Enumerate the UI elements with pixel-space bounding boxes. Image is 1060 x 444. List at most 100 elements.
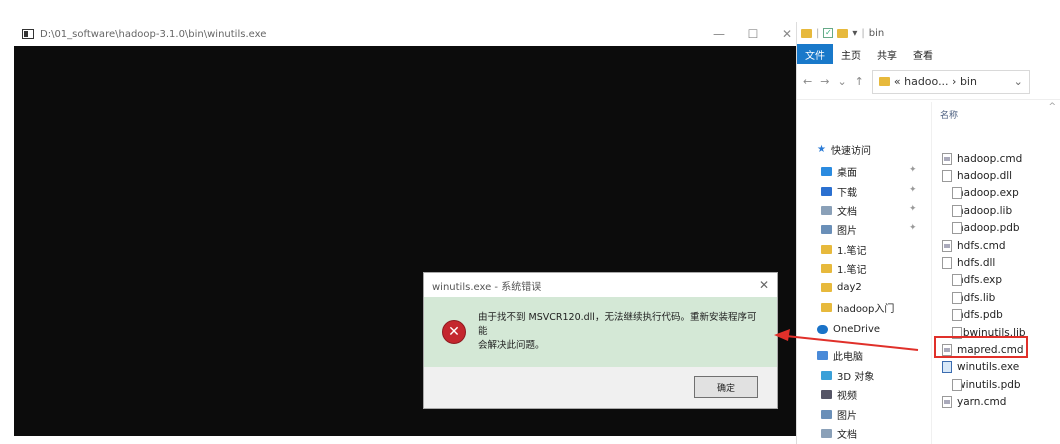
file-file-icon: [952, 309, 962, 322]
this-pc-item-label: 此电脑: [833, 351, 863, 363]
nav-item[interactable]: 1.笔记: [821, 240, 867, 258]
pictures-icon: [821, 224, 832, 234]
nav-item[interactable]: 1.笔记: [821, 259, 867, 277]
dialog-body: ✕ 由于找不到 MSVCR120.dll，无法继续执行代码。重新安装程序可能 会…: [424, 297, 777, 367]
cloud-icon: [817, 324, 828, 334]
nav-item[interactable]: 图片: [821, 220, 857, 238]
file-item[interactable]: hadoop.dll: [942, 167, 1012, 184]
tab-share[interactable]: 共享: [869, 44, 905, 64]
navigation-pane: ★ 快速访问 桌面 ✦ 下载 ✦ 文档 ✦ 图片 ✦ 1.笔记 1.笔记 day2 hadoop入门 O…: [797, 102, 925, 444]
dialog-message-line1: 由于找不到 MSVCR120.dll，无法继续执行代码。重新安装程序可能: [478, 312, 757, 337]
error-icon: ✕: [442, 320, 466, 344]
pc-item[interactable]: 3D 对象: [821, 366, 874, 384]
file-item[interactable]: winutils.pdb: [942, 376, 1021, 393]
pc-item[interactable]: 图片: [821, 405, 857, 423]
file-name: hadoop.lib: [957, 204, 1013, 217]
column-header-name[interactable]: 名称: [940, 108, 958, 121]
maximize-button[interactable]: ☐: [736, 22, 770, 46]
address-box[interactable]: « hadoo... › bin ⌄: [871, 69, 1030, 94]
file-item[interactable]: hadoop.lib: [942, 202, 1012, 219]
pc-item-label: 视频: [837, 390, 857, 402]
nav-item[interactable]: day2: [821, 278, 862, 296]
file-name: hdfs.lib: [957, 291, 996, 304]
file-name: winutils.exe: [957, 361, 1020, 374]
onedrive-item[interactable]: OneDrive: [817, 320, 880, 338]
file-item[interactable]: winutils.exe: [942, 359, 1019, 376]
file-item[interactable]: hadoop.pdb: [942, 220, 1020, 237]
back-arrow-icon[interactable]: ←: [803, 75, 812, 88]
ok-button[interactable]: 确定: [694, 376, 758, 398]
nav-item[interactable]: 桌面: [821, 162, 857, 180]
recent-dropdown-icon[interactable]: ⌄: [837, 75, 846, 88]
dialog-message: 由于找不到 MSVCR120.dll，无法继续执行代码。重新安装程序可能 会解决…: [478, 311, 763, 353]
breadcrumb[interactable]: « hadoo... › bin: [894, 75, 977, 88]
pc-item-label: 3D 对象: [837, 371, 875, 383]
computer-icon: [817, 350, 828, 360]
up-arrow-icon[interactable]: ↑: [855, 75, 864, 88]
file-file-icon: [952, 187, 962, 200]
pc-item[interactable]: 文档: [821, 424, 857, 442]
highlight-box: [934, 336, 1028, 358]
toolbar-separator: |: [861, 27, 865, 39]
new-folder-icon[interactable]: [837, 28, 849, 38]
videos-icon: [821, 389, 832, 399]
console-app-icon: [22, 29, 34, 39]
nav-item[interactable]: hadoop入门: [821, 298, 894, 316]
this-pc-item[interactable]: 此电脑: [817, 346, 863, 364]
dialog-close-button[interactable]: ✕: [759, 278, 769, 292]
folder-icon: [821, 244, 832, 254]
file-item[interactable]: hdfs.dll: [942, 254, 995, 271]
console-titlebar[interactable]: D:\01_software\hadoop-3.1.0\bin\winutils…: [14, 22, 804, 46]
file-name: hdfs.cmd: [957, 239, 1006, 252]
window-controls: — ☐ ✕: [702, 22, 804, 46]
exe-file-icon: [942, 361, 952, 374]
nav-item[interactable]: 下载: [821, 182, 857, 200]
cmd-file-icon: [942, 239, 952, 252]
pictures-icon: [821, 409, 832, 419]
dll-file-icon: [942, 256, 952, 269]
customize-toolbar-icon[interactable]: ▾: [852, 28, 857, 39]
pin-icon: ✦: [909, 223, 917, 233]
file-name: yarn.cmd: [957, 396, 1007, 409]
folder-icon: [821, 282, 832, 292]
desktop-icon: [821, 166, 832, 176]
tab-file[interactable]: 文件: [797, 44, 833, 64]
forward-arrow-icon[interactable]: →: [820, 75, 829, 88]
file-name: hdfs.pdb: [957, 309, 1003, 322]
file-name: winutils.pdb: [957, 378, 1021, 391]
file-item[interactable]: hdfs.cmd: [942, 237, 1006, 254]
file-name: hdfs.dll: [957, 256, 996, 269]
file-item[interactable]: hdfs.exp: [942, 272, 1002, 289]
dll-file-icon: [942, 169, 952, 182]
nav-item-label: day2: [837, 281, 862, 293]
file-item[interactable]: yarn.cmd: [942, 394, 1006, 411]
nav-item-label: 1.笔记: [837, 245, 867, 257]
pc-item[interactable]: 视频: [821, 385, 857, 403]
nav-item-label: 图片: [837, 225, 857, 237]
file-name: hadoop.cmd: [957, 152, 1023, 165]
star-icon: ★: [817, 143, 826, 155]
properties-icon[interactable]: ✓: [823, 28, 834, 38]
dialog-message-line2: 会解决此问题。: [478, 340, 545, 351]
onedrive-item-label: OneDrive: [833, 323, 881, 335]
file-file-icon: [952, 222, 962, 235]
quick-access-item[interactable]: ★ 快速访问: [817, 140, 871, 158]
file-item[interactable]: hadoop.exp: [942, 185, 1019, 202]
pin-icon: ✦: [909, 185, 917, 195]
tab-view[interactable]: 查看: [905, 44, 941, 64]
file-item[interactable]: hdfs.pdb: [942, 307, 1003, 324]
tab-home[interactable]: 主页: [833, 44, 869, 64]
file-name: hadoop.exp: [957, 187, 1019, 200]
chevron-down-icon[interactable]: ⌄: [1014, 75, 1023, 88]
minimize-button[interactable]: —: [702, 22, 736, 46]
file-item[interactable]: hadoop.cmd: [942, 150, 1022, 167]
file-file-icon: [952, 274, 962, 287]
file-item[interactable]: hdfs.lib: [942, 289, 995, 306]
address-bar-row: ← → ⌄ ↑ « hadoo... › bin ⌄: [797, 64, 1060, 100]
download-icon: [821, 186, 832, 196]
file-list: 名称 hadoop.cmd hadoop.dll hadoop.exp hadoop.…: [931, 102, 1060, 444]
error-dialog: winutils.exe - 系统错误 ✕ ✕ 由于找不到 MSVCR120.d…: [423, 272, 778, 409]
nav-item[interactable]: 文档: [821, 201, 857, 219]
pc-item-label: 文档: [837, 429, 857, 441]
dialog-titlebar[interactable]: winutils.exe - 系统错误 ✕: [424, 273, 777, 297]
